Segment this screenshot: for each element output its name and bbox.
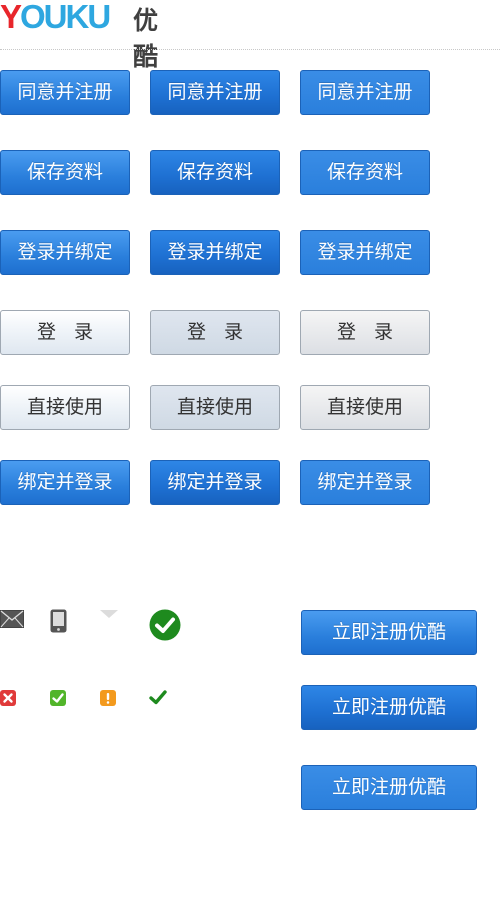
error-x-icon	[0, 690, 16, 706]
success-check-icon	[50, 690, 66, 706]
register-youku-button[interactable]: 立即注册优酷	[301, 610, 477, 655]
register-youku-button-hover[interactable]: 立即注册优酷	[301, 685, 477, 730]
use-directly-button-hover[interactable]: 直接使用	[150, 385, 280, 430]
save-profile-button-active[interactable]: 保存资料	[300, 150, 430, 195]
register-youku-button-active[interactable]: 立即注册优酷	[301, 765, 477, 810]
login-button-active[interactable]: 登录	[300, 310, 430, 355]
login-bind-button-hover[interactable]: 登录并绑定	[150, 230, 280, 275]
bind-login-button-hover[interactable]: 绑定并登录	[150, 460, 280, 505]
logo-wordmark: YOUKU	[0, 0, 111, 35]
checkmark-icon	[149, 690, 167, 705]
save-profile-button-hover[interactable]: 保存资料	[150, 150, 280, 195]
dropdown-arrow-icon[interactable]	[100, 610, 118, 619]
warning-exclamation-icon	[100, 690, 116, 706]
check-circle-icon	[149, 609, 181, 641]
header-divider	[0, 49, 500, 50]
mobile-phone-icon	[50, 609, 67, 633]
use-directly-button[interactable]: 直接使用	[0, 385, 130, 430]
agree-register-button-active[interactable]: 同意并注册	[300, 70, 430, 115]
mail-icon	[0, 610, 24, 628]
agree-register-button[interactable]: 同意并注册	[0, 70, 130, 115]
login-button[interactable]: 登录	[0, 310, 130, 355]
bind-login-button-active[interactable]: 绑定并登录	[300, 460, 430, 505]
logo-chinese: 优酷	[133, 6, 159, 71]
login-button-hover[interactable]: 登录	[150, 310, 280, 355]
save-profile-button[interactable]: 保存资料	[0, 150, 130, 195]
use-directly-button-active[interactable]: 直接使用	[300, 385, 430, 430]
login-bind-button[interactable]: 登录并绑定	[0, 230, 130, 275]
bind-login-button[interactable]: 绑定并登录	[0, 460, 130, 505]
agree-register-button-hover[interactable]: 同意并注册	[150, 70, 280, 115]
login-bind-button-active[interactable]: 登录并绑定	[300, 230, 430, 275]
